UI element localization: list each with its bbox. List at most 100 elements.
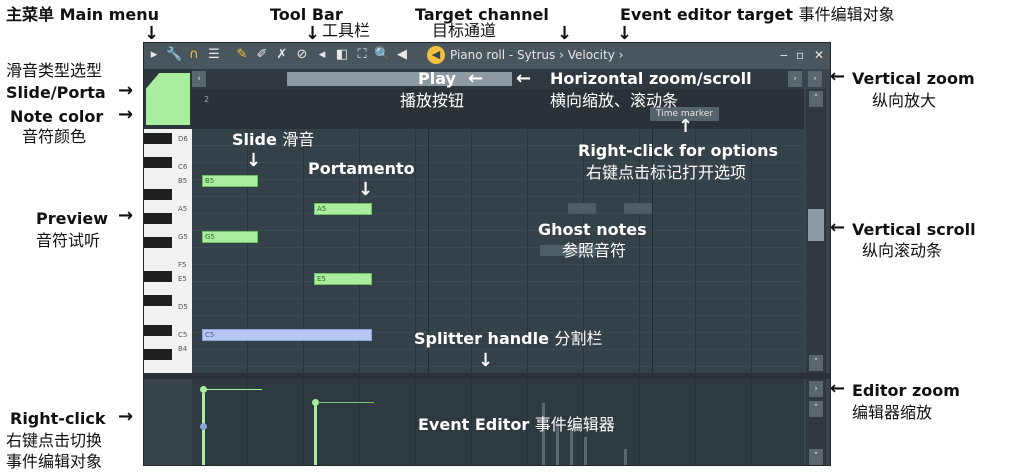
vertical-scrollbar[interactable]: ˄ ˅ <box>806 89 826 373</box>
preview-label: Preview <box>36 209 109 228</box>
note-portamento[interactable]: A5 <box>314 203 372 215</box>
note-slide[interactable]: B5 <box>202 175 258 187</box>
note[interactable]: E5 <box>314 273 372 285</box>
magnet-icon[interactable]: ∩ <box>186 47 202 63</box>
target-channel-label-cn: 目标通道 <box>432 21 497 40</box>
search-icon[interactable]: 🔍 <box>374 47 390 63</box>
vertical-scroll-arrow: ← <box>830 217 846 238</box>
window-title[interactable]: Piano roll - Sytrus › Velocity › <box>450 47 623 63</box>
delete-icon[interactable]: ✗ <box>274 47 290 63</box>
scroll-down-button[interactable]: ˅ <box>809 355 823 371</box>
slide-label: Slide 滑音 <box>232 130 315 149</box>
vertical-scroll-thumb[interactable] <box>808 209 824 241</box>
timeline-ruler[interactable]: 2 Time marker <box>192 89 804 129</box>
black-key[interactable] <box>144 271 172 282</box>
black-key[interactable] <box>144 237 172 248</box>
target-channel-arrow: ↓ <box>557 23 573 44</box>
black-key[interactable] <box>144 157 172 168</box>
key-label: B5 <box>178 177 188 185</box>
tool-bar-arrow: ↓ <box>305 23 321 44</box>
slide-porta-arrow: → <box>118 80 134 101</box>
key-label: C5 <box>178 331 188 339</box>
speaker-icon[interactable]: ◀ <box>394 47 410 63</box>
key-label: F5 <box>178 261 187 269</box>
note[interactable]: G5 <box>202 231 258 243</box>
toolbar: ▸ 🔧 ∩ ☰ ✎ ✐ ✗ ⊘ ◂ ◧ ⛶ 🔍 ◀ ◀ Piano roll -… <box>144 43 830 69</box>
editor-zoom-button[interactable]: › <box>809 381 823 397</box>
note-color-label-cn: 音符颜色 <box>22 127 87 146</box>
right-click-arrow: → <box>118 406 134 427</box>
scroll-right-button[interactable]: › <box>788 71 802 87</box>
velocity-bar[interactable] <box>314 405 317 465</box>
ghost-velocity-bar <box>542 403 545 465</box>
wrench-icon[interactable]: 🔧 <box>166 47 182 63</box>
piano-keyboard[interactable]: D6 C6 B5 A5 G5 F5 E5 D5 C5 B4 <box>144 129 192 373</box>
right-click-label-cn1: 右键点击切换 <box>6 431 103 450</box>
splitter-label: Splitter handle 分割栏 <box>414 329 603 348</box>
event-target: Velocity <box>567 48 615 62</box>
portamento-arrow: ↓ <box>358 179 374 200</box>
slice-icon[interactable]: ◂ <box>314 47 330 63</box>
zoom-icon[interactable]: ⛶ <box>354 47 370 63</box>
black-key[interactable] <box>144 213 172 224</box>
slide-porta-selector[interactable] <box>144 69 192 129</box>
black-key[interactable] <box>144 295 172 306</box>
select-icon[interactable]: ◧ <box>334 47 350 63</box>
list-icon[interactable]: ☰ <box>206 47 222 63</box>
ghost-velocity-bar <box>570 429 573 465</box>
key-label: G5 <box>178 233 188 241</box>
black-key[interactable] <box>144 189 172 200</box>
note-color-swatch[interactable] <box>146 73 190 125</box>
close-button[interactable]: ✕ <box>814 48 824 62</box>
editor-zoom-arrow: ← <box>830 378 846 399</box>
ghost-notes-label: Ghost notes <box>538 220 647 239</box>
slide-porta-label-cn: 滑音类型选型 <box>6 61 103 80</box>
black-key[interactable] <box>144 349 172 360</box>
key-label: A5 <box>178 205 188 213</box>
horizontal-zoom-arrow: ← <box>516 68 532 89</box>
mute-icon[interactable]: ⊘ <box>294 47 310 63</box>
preview-label-cn: 音符试听 <box>36 231 101 250</box>
vertical-zoom-label: Vertical zoom <box>852 69 975 88</box>
maximize-button[interactable]: ▫ <box>796 48 804 62</box>
scroll-left-button[interactable]: ‹ <box>192 71 206 87</box>
note-color-label: Note color <box>10 107 104 126</box>
play-label: Play <box>418 69 456 88</box>
portamento-label: Portamento <box>308 159 415 178</box>
scroll-up-button[interactable]: ˄ <box>809 401 823 417</box>
note[interactable]: C5 <box>202 329 372 341</box>
ghost-notes-label-cn: 参照音符 <box>562 241 627 260</box>
play-arrow: ← <box>468 68 484 89</box>
editor-zoom-scrollbar[interactable]: › ˄ ˅ <box>806 379 826 465</box>
play-label-cn: 播放按钮 <box>400 91 465 110</box>
key-label: D6 <box>178 135 188 143</box>
right-click-options-label-cn: 右键点击标记打开选项 <box>586 163 747 182</box>
ghost-velocity-bar <box>584 437 587 465</box>
right-click-options-label: Right-click for options <box>578 141 778 160</box>
key-label: B4 <box>178 345 188 353</box>
vertical-zoom-button[interactable]: › <box>808 71 822 87</box>
splitter-arrow: ↓ <box>478 350 494 371</box>
ghost-note <box>624 203 652 214</box>
preview-arrow: → <box>118 205 134 226</box>
velocity-line <box>318 402 374 403</box>
slide-porta-label: Slide/Porta <box>6 83 106 102</box>
menu-arrow-icon[interactable]: ▸ <box>146 47 162 63</box>
main-menu-label: 主菜单 Main menu <box>6 5 160 24</box>
brush-icon[interactable]: ✐ <box>254 47 270 63</box>
pencil-icon[interactable]: ✎ <box>234 47 250 63</box>
target-icon[interactable]: ◀ <box>427 46 445 64</box>
key-label: D5 <box>178 303 188 311</box>
note-color-arrow: → <box>118 104 134 125</box>
minimize-button[interactable]: ‒ <box>780 48 788 62</box>
scroll-down-button[interactable]: ˅ <box>809 449 823 465</box>
black-key[interactable] <box>144 133 172 144</box>
event-target-selector[interactable] <box>144 379 192 465</box>
black-key[interactable] <box>144 325 172 336</box>
tool-bar-label-cn: 工具栏 <box>322 21 371 40</box>
scroll-up-button[interactable]: ˄ <box>809 91 823 107</box>
event-editor-label: Event Editor 事件编辑器 <box>418 415 615 434</box>
velocity-handle[interactable] <box>200 423 207 430</box>
vertical-zoom-arrow: ← <box>830 66 846 87</box>
ghost-velocity-bar <box>624 449 627 465</box>
